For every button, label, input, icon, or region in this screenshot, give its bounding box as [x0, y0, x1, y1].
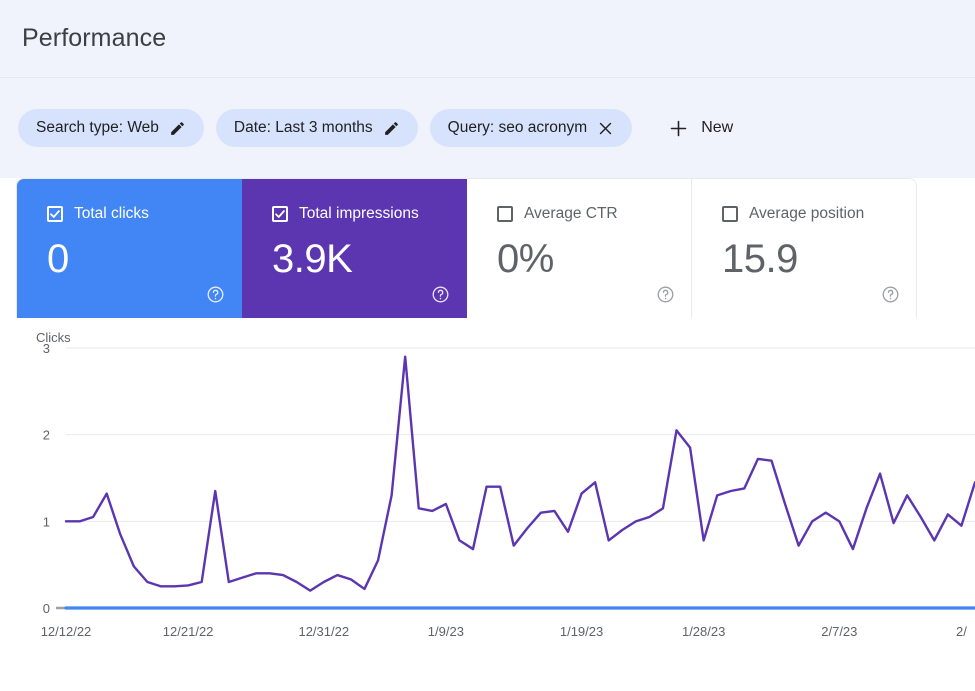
y-axis-tick: 2 — [43, 428, 50, 443]
y-axis-tick: 1 — [43, 514, 50, 529]
help-circle-icon[interactable] — [431, 285, 450, 304]
metric-value-total-impressions: 3.9K — [272, 239, 466, 279]
metric-card-header: Total impressions — [272, 205, 466, 223]
metric-card-average-ctr[interactable]: Average CTR 0% — [467, 179, 692, 318]
metric-card-total-impressions[interactable]: Total impressions 3.9K — [242, 179, 467, 318]
checkbox-total-impressions[interactable] — [272, 206, 288, 222]
checkbox-average-ctr[interactable] — [497, 206, 513, 222]
metric-label-total-impressions: Total impressions — [299, 205, 419, 223]
x-axis-tick: 1/9/23 — [428, 624, 464, 639]
checkbox-total-clicks[interactable] — [47, 206, 63, 222]
x-axis-tick: 2/ — [956, 624, 967, 639]
help-circle-icon[interactable] — [881, 285, 900, 304]
page-title: Performance — [22, 24, 166, 53]
metric-card-average-position[interactable]: Average position 15.9 — [692, 179, 916, 318]
chart-line-1 — [66, 357, 975, 591]
metric-card-total-clicks[interactable]: Total clicks 0 — [17, 179, 242, 318]
new-filter-button[interactable]: New — [658, 112, 743, 145]
metric-card-header: Total clicks — [47, 205, 241, 223]
filter-bar: Search type: Web Date: Last 3 months Que… — [0, 78, 975, 178]
x-axis-tick: 12/31/22 — [298, 624, 349, 639]
checkbox-average-position[interactable] — [722, 206, 738, 222]
metric-card-header: Average CTR — [497, 205, 691, 223]
metric-value-average-position: 15.9 — [722, 239, 916, 279]
chart-y-axis-title: Clicks — [36, 330, 71, 345]
filter-chip-date[interactable]: Date: Last 3 months — [216, 109, 418, 147]
help-circle-icon[interactable] — [656, 285, 675, 304]
pencil-icon[interactable] — [383, 120, 400, 137]
filter-chip-search-type-label: Search type: Web — [36, 119, 159, 137]
metric-label-total-clicks: Total clicks — [74, 205, 149, 223]
filter-chip-search-type[interactable]: Search type: Web — [18, 109, 204, 147]
y-axis-tick: 0 — [43, 601, 50, 616]
close-icon[interactable] — [597, 120, 614, 137]
metric-value-total-clicks: 0 — [47, 239, 241, 279]
filter-chip-query-label: Query: seo acronym — [448, 119, 588, 137]
x-axis-tick: 2/7/23 — [821, 624, 857, 639]
filter-chip-date-label: Date: Last 3 months — [234, 119, 373, 137]
metric-value-average-ctr: 0% — [497, 239, 691, 279]
chart-canvas[interactable]: 012312/12/2212/21/2212/31/221/9/231/19/2… — [0, 318, 975, 673]
x-axis-tick: 12/12/22 — [41, 624, 92, 639]
page-header: Performance — [0, 0, 975, 78]
performance-chart: Clicks 012312/12/2212/21/2212/31/221/9/2… — [0, 318, 975, 673]
metric-cards: Total clicks 0 Total impressions — [16, 178, 917, 318]
x-axis-tick: 1/28/23 — [682, 624, 725, 639]
filter-chip-query[interactable]: Query: seo acronym — [430, 109, 633, 147]
metric-label-average-ctr: Average CTR — [524, 205, 618, 223]
x-axis-tick: 12/21/22 — [163, 624, 214, 639]
x-axis-tick: 1/19/23 — [560, 624, 603, 639]
performance-page: Performance Search type: Web Date: Last … — [0, 0, 975, 691]
plus-icon — [668, 118, 689, 139]
metric-label-average-position: Average position — [749, 205, 864, 223]
pencil-icon[interactable] — [169, 120, 186, 137]
metric-card-header: Average position — [722, 205, 916, 223]
help-circle-icon[interactable] — [206, 285, 225, 304]
new-filter-label: New — [701, 119, 733, 137]
